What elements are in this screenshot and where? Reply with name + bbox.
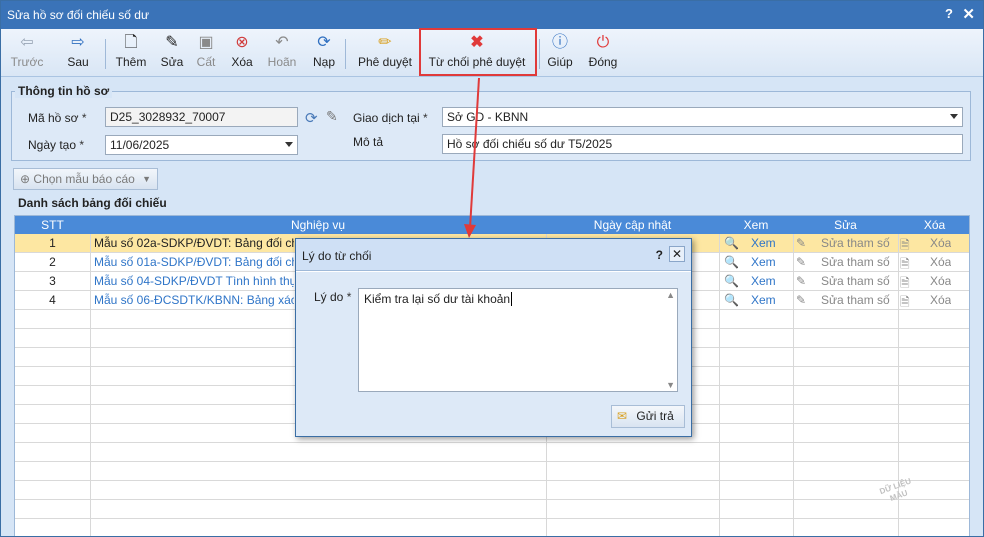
title-bar: Sửa hồ sơ đối chiếu số dư ? ✕ <box>1 1 983 29</box>
edit-document-icon: ✎ <box>165 34 179 51</box>
pencil-icon: ✏ <box>378 34 392 51</box>
delete-document-icon: ⊗ <box>235 34 249 51</box>
table-header: STT Nghiệp vụ Ngày cập nhật Xem Sửa Xóa <box>15 216 969 234</box>
column-header-edit[interactable]: Sửa <box>793 218 898 232</box>
column-divider <box>90 234 91 536</box>
edit-button[interactable]: ✎ Sửa <box>157 32 187 74</box>
dialog-title: Lý do từ chối <box>302 249 372 263</box>
reason-textarea[interactable]: Kiểm tra lại số dư tài khoản ▲ ▼ <box>358 288 678 392</box>
date-label: Ngày tạo * <box>28 138 85 152</box>
column-header-stt[interactable]: STT <box>15 218 90 232</box>
delete-button[interactable]: ⊗ Xóa <box>227 32 257 74</box>
date-picker[interactable]: 11/06/2025 <box>105 135 298 155</box>
window-title: Sửa hồ sơ đối chiếu số dư <box>7 8 150 22</box>
description-field[interactable]: Hồ sơ đối chiếu số dư T5/2025 <box>442 134 963 154</box>
column-header-delete[interactable]: Xóa <box>898 218 969 232</box>
choose-template-button[interactable]: ⊕ Chọn mẫu báo cáo ▼ <box>13 168 158 190</box>
empty-row <box>15 519 969 536</box>
undo-icon: ↶ <box>275 34 289 51</box>
list-group-title: Danh sách bảng đối chiếu <box>15 196 170 210</box>
text-cursor <box>511 292 513 306</box>
new-document-icon: 🗋 <box>124 34 138 51</box>
column-header-updated[interactable]: Ngày cập nhật <box>546 218 719 232</box>
edit-icon[interactable]: ✎ <box>796 293 806 307</box>
info-group-title: Thông tin hồ sơ <box>15 84 113 98</box>
dialog-title-bar: Lý do từ chối ? ✕ <box>296 239 691 271</box>
empty-row <box>15 481 969 500</box>
send-back-button[interactable]: ✉ Gửi trả <box>611 405 685 428</box>
code-field[interactable]: D25_3028932_70007 <box>105 107 298 127</box>
chevron-down-icon: ▼ <box>142 174 151 184</box>
column-divider <box>793 234 794 536</box>
edit-icon[interactable]: ✎ <box>796 255 806 269</box>
help-button[interactable]: ⓘ Giúp <box>545 32 575 74</box>
close-icon[interactable]: ✕ <box>962 5 975 23</box>
column-header-view[interactable]: Xem <box>719 218 793 232</box>
transaction-select[interactable]: Sở GD - KBNN <box>442 107 963 127</box>
reload-button[interactable]: ⟳ Nạp <box>309 32 339 74</box>
reject-highlight-frame <box>419 28 537 76</box>
edit-icon[interactable]: ✎ <box>796 236 806 250</box>
dialog-body: Lý do * Kiểm tra lại số dư tài khoản ▲ ▼… <box>296 272 691 436</box>
toolbar-separator <box>539 39 540 69</box>
toolbar-separator <box>345 39 346 69</box>
add-circle-icon: ⊕ <box>20 172 31 186</box>
transaction-label: Giao dịch tại * <box>353 111 428 125</box>
empty-row <box>15 443 969 462</box>
toolbar-separator <box>105 39 106 69</box>
edit-code-icon[interactable]: ✎ <box>326 108 338 125</box>
description-label: Mô tả <box>353 135 384 149</box>
edit-icon[interactable]: ✎ <box>796 274 806 288</box>
view-icon[interactable]: 🔍 <box>724 236 739 250</box>
main-window: Sửa hồ sơ đối chiếu số dư ? ✕ ⇦ Trước ⇨ … <box>0 0 984 537</box>
view-icon[interactable]: 🔍 <box>724 293 739 307</box>
arrow-left-icon: ⇦ <box>20 34 34 51</box>
next-button[interactable]: ⇨ Sau <box>56 32 100 74</box>
view-icon[interactable]: 🔍 <box>724 255 739 269</box>
scroll-up-icon[interactable]: ▲ <box>666 290 675 300</box>
scroll-down-icon[interactable]: ▼ <box>666 380 675 390</box>
view-icon[interactable]: 🔍 <box>724 274 739 288</box>
save-button[interactable]: ▣ Cất <box>193 32 219 74</box>
dialog-help-icon[interactable]: ? <box>656 248 663 262</box>
approve-button[interactable]: ✏ Phê duyệt <box>355 32 415 74</box>
help-icon[interactable]: ? <box>945 6 953 21</box>
code-label: Mã hồ sơ * <box>28 111 87 125</box>
column-header-business[interactable]: Nghiệp vụ <box>90 218 546 232</box>
close-button[interactable]: ⏻ Đóng <box>585 32 621 74</box>
dialog-close-icon[interactable]: ✕ <box>669 246 685 262</box>
undo-button[interactable]: ↶ Hoãn <box>265 32 299 74</box>
save-icon: ▣ <box>198 34 214 51</box>
reason-label: Lý do * <box>314 290 352 304</box>
prev-button[interactable]: ⇦ Trước <box>7 32 47 74</box>
reject-reason-dialog: Lý do từ chối ? ✕ Lý do * Kiểm tra lại s… <box>295 238 692 437</box>
empty-row <box>15 500 969 519</box>
chevron-down-icon <box>950 114 958 119</box>
add-button[interactable]: 🗋 Thêm <box>113 32 149 74</box>
arrow-right-icon: ⇨ <box>71 34 85 51</box>
envelope-icon: ✉ <box>617 409 628 423</box>
power-icon: ⏻ <box>596 34 610 51</box>
chevron-down-icon <box>285 142 293 147</box>
empty-row <box>15 462 969 481</box>
help-circle-icon: ⓘ <box>551 34 568 51</box>
column-divider <box>719 234 720 536</box>
refresh-icon: ⟳ <box>317 34 331 51</box>
refresh-code-icon[interactable]: ⟳ <box>305 109 318 127</box>
